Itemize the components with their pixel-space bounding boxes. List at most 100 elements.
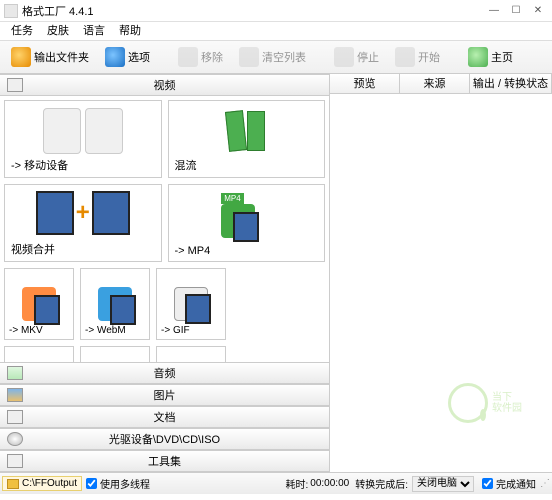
toolbar: 输出文件夹 选项 移除 清空列表 停止 开始 主页 bbox=[0, 40, 552, 74]
menu-skin[interactable]: 皮肤 bbox=[40, 22, 76, 40]
elapsed-value: 00:00:00 bbox=[310, 478, 349, 489]
col-source[interactable]: 来源 bbox=[400, 74, 470, 93]
stop-icon bbox=[334, 47, 354, 67]
after-convert-select[interactable]: 关闭电脑 bbox=[412, 476, 474, 492]
mp4-icon bbox=[221, 204, 255, 238]
rift-icon bbox=[247, 111, 265, 151]
multithread-input[interactable] bbox=[86, 478, 97, 489]
card-gif[interactable]: GIF -> GIF bbox=[156, 268, 226, 340]
watermark-logo-icon bbox=[448, 383, 488, 423]
film-icon bbox=[36, 191, 74, 235]
watermark: 当下软件园 bbox=[448, 372, 534, 434]
card-mp4[interactable]: MP4 -> MP4 bbox=[168, 184, 326, 262]
card-webm-label: -> WebM bbox=[85, 325, 126, 336]
titlebar: 格式工厂 4.4.1 — ☐ ✕ bbox=[0, 0, 552, 22]
options-icon bbox=[105, 47, 125, 67]
card-mobile-device[interactable]: -> 移动设备 bbox=[4, 100, 162, 178]
mobile-device-icon bbox=[43, 108, 81, 154]
tools-section-label: 工具集 bbox=[30, 453, 299, 469]
card-mp4-label: -> MP4 bbox=[175, 245, 211, 257]
card-flv[interactable]: -> FLV bbox=[156, 346, 226, 362]
maximize-button[interactable]: ☐ bbox=[506, 4, 526, 18]
menubar: 任务 皮肤 语言 帮助 bbox=[0, 22, 552, 40]
audio-section-label: 音频 bbox=[30, 365, 299, 381]
card-rift[interactable]: 混流 bbox=[168, 100, 326, 178]
doc-section-label: 文档 bbox=[30, 409, 299, 425]
folder-icon bbox=[7, 479, 19, 489]
tools-section-icon bbox=[7, 454, 23, 468]
menu-help[interactable]: 帮助 bbox=[112, 22, 148, 40]
remove-button: 移除 bbox=[171, 44, 230, 70]
clear-button: 清空列表 bbox=[232, 44, 313, 70]
accordion-video[interactable]: 视频 bbox=[0, 74, 329, 96]
video-section-icon bbox=[7, 78, 23, 92]
col-output-status[interactable]: 输出 / 转换状态 bbox=[470, 74, 552, 93]
card-mkv-label: -> MKV bbox=[9, 325, 43, 336]
home-button[interactable]: 主页 bbox=[461, 44, 520, 70]
accordion-tools[interactable]: 工具集 bbox=[0, 450, 329, 472]
rift-icon bbox=[225, 110, 247, 152]
home-label: 主页 bbox=[491, 49, 513, 65]
home-icon bbox=[468, 47, 488, 67]
image-section-icon bbox=[7, 388, 23, 402]
film-icon bbox=[92, 191, 130, 235]
mp4-badge: MP4 bbox=[221, 193, 243, 204]
remove-icon bbox=[178, 47, 198, 67]
plus-icon: + bbox=[76, 199, 90, 227]
card-ogg[interactable]: -> OGG bbox=[80, 346, 150, 362]
minimize-button[interactable]: — bbox=[484, 4, 504, 18]
output-path-text: C:\FFOutput bbox=[22, 478, 77, 489]
card-merge-label: 视频合并 bbox=[11, 241, 55, 257]
clear-label: 清空列表 bbox=[262, 49, 306, 65]
card-rift-label: 混流 bbox=[175, 157, 197, 173]
close-button[interactable]: ✕ bbox=[528, 4, 548, 18]
card-gif-label: -> GIF bbox=[161, 325, 190, 336]
accordion-audio[interactable]: 音频 bbox=[0, 362, 329, 384]
card-mkv[interactable]: -> MKV bbox=[4, 268, 74, 340]
statusbar: C:\FFOutput 使用多线程 耗时: 00:00:00 转换完成后: 关闭… bbox=[0, 472, 552, 494]
card-webm[interactable]: -> WebM bbox=[80, 268, 150, 340]
multithread-checkbox[interactable]: 使用多线程 bbox=[86, 476, 150, 491]
after-convert-label: 转换完成后: bbox=[355, 476, 408, 491]
doc-section-icon bbox=[7, 410, 23, 424]
accordion-image[interactable]: 图片 bbox=[0, 384, 329, 406]
output-folder-label: 输出文件夹 bbox=[34, 49, 89, 65]
app-icon bbox=[4, 4, 18, 18]
mkv-icon bbox=[22, 287, 56, 321]
disc-section-label: 光驱设备\DVD\CD\ISO bbox=[30, 431, 299, 447]
video-section-label: 视频 bbox=[30, 77, 299, 93]
clear-icon bbox=[239, 47, 259, 67]
remove-label: 移除 bbox=[201, 49, 223, 65]
webm-icon bbox=[98, 287, 132, 321]
card-mov[interactable]: -> MOV bbox=[4, 346, 74, 362]
options-label: 选项 bbox=[128, 49, 150, 65]
resize-grip-icon[interactable]: ⋰ bbox=[540, 478, 550, 489]
output-path-display[interactable]: C:\FFOutput bbox=[2, 476, 82, 491]
notify-checkbox[interactable]: 完成通知 bbox=[482, 476, 536, 491]
col-preview[interactable]: 预览 bbox=[330, 74, 400, 93]
accordion-disc[interactable]: 光驱设备\DVD\CD\ISO bbox=[0, 428, 329, 450]
start-label: 开始 bbox=[418, 49, 440, 65]
mobile-device-icon bbox=[85, 108, 123, 154]
options-button[interactable]: 选项 bbox=[98, 44, 157, 70]
disc-section-icon bbox=[7, 432, 23, 446]
stop-label: 停止 bbox=[357, 49, 379, 65]
card-video-merge[interactable]: + 视频合并 bbox=[4, 184, 162, 262]
output-folder-button[interactable]: 输出文件夹 bbox=[4, 44, 96, 70]
elapsed-label: 耗时: bbox=[286, 476, 309, 491]
notify-input[interactable] bbox=[482, 478, 493, 489]
menu-lang[interactable]: 语言 bbox=[76, 22, 112, 40]
start-icon bbox=[395, 47, 415, 67]
notify-label: 完成通知 bbox=[496, 476, 536, 491]
accordion-doc[interactable]: 文档 bbox=[0, 406, 329, 428]
list-column-header: 预览 来源 输出 / 转换状态 bbox=[330, 74, 552, 94]
conversion-list: 当下软件园 bbox=[330, 94, 552, 470]
gif-icon: GIF bbox=[174, 287, 208, 321]
audio-section-icon bbox=[7, 366, 23, 380]
multithread-label: 使用多线程 bbox=[100, 476, 150, 491]
card-mobile-label: -> 移动设备 bbox=[11, 157, 68, 173]
folder-icon bbox=[11, 47, 31, 67]
menu-task[interactable]: 任务 bbox=[4, 22, 40, 40]
window-title: 格式工厂 4.4.1 bbox=[22, 3, 94, 19]
stop-button: 停止 bbox=[327, 44, 386, 70]
